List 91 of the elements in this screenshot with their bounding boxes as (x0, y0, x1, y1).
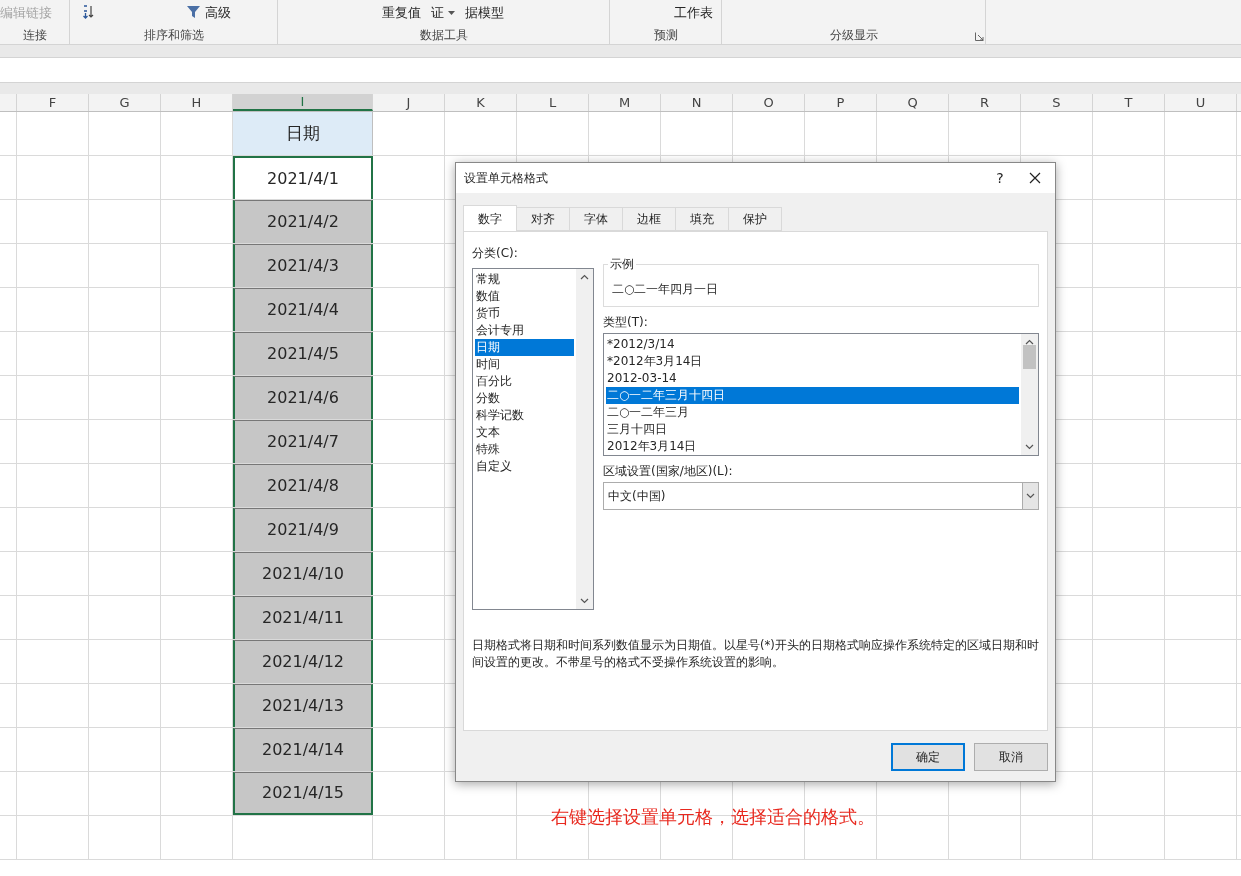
locale-select[interactable]: 中文(中国) (603, 482, 1039, 510)
type-item[interactable]: 2012年3月14日 (606, 438, 1019, 455)
scroll-up-icon[interactable] (580, 274, 589, 280)
ribbon-button[interactable]: 据模型 (465, 2, 504, 23)
type-item[interactable]: 二○一二年三月 (606, 404, 1019, 421)
type-item[interactable]: *2012/3/14 (606, 336, 1019, 353)
category-item[interactable]: 百分比 (475, 373, 574, 390)
date-cell[interactable]: 2021/4/15 (233, 772, 373, 815)
group-label: 数据工具 (419, 26, 468, 44)
date-cell[interactable]: 2021/4/14 (233, 728, 373, 771)
group-label: 预测 (653, 26, 678, 44)
type-item[interactable]: 2012-03-14 (606, 370, 1019, 387)
column-header[interactable]: J (373, 94, 445, 111)
column-header[interactable]: Q (877, 94, 949, 111)
category-item[interactable]: 特殊 (475, 441, 574, 458)
column-header[interactable]: F (17, 94, 89, 111)
sample-label: 示例 (608, 255, 636, 273)
category-item[interactable]: 时间 (475, 356, 574, 373)
ribbon-button[interactable]: 工作表 (674, 2, 713, 23)
description: 日期格式将日期和时间系列数值显示为日期值。以星号(*)开头的日期格式响应操作系统特定的区域日期和时间设置的更改。不带星号的格式不受操作系统设置的影响。 (472, 637, 1039, 671)
scroll-thumb[interactable] (1023, 344, 1036, 369)
category-item[interactable]: 会计专用 (475, 322, 574, 339)
column-header[interactable]: L (517, 94, 589, 111)
category-item[interactable]: 常规 (475, 271, 574, 288)
date-cell[interactable]: 2021/4/4 (233, 288, 373, 331)
column-header[interactable]: M (589, 94, 661, 111)
date-cell[interactable]: 2021/4/6 (233, 376, 373, 419)
group-label: 分级显示 (829, 26, 878, 44)
scroll-down-icon[interactable] (580, 598, 589, 604)
ribbon-button[interactable]: 证 (431, 2, 455, 23)
ribbon-button[interactable]: 重复值 (382, 2, 421, 23)
date-cell[interactable]: 2021/4/10 (233, 552, 373, 595)
dialog-title: 设置单元格格式 (464, 170, 549, 187)
ok-button[interactable]: 确定 (891, 743, 965, 771)
scrollbar[interactable] (1021, 334, 1038, 455)
sort-icon[interactable] (82, 4, 96, 19)
category-item[interactable]: 数值 (475, 288, 574, 305)
column-header[interactable]: K (445, 94, 517, 111)
scroll-up-icon[interactable] (1025, 339, 1034, 345)
group-label: 连接 (22, 26, 47, 44)
cancel-button[interactable]: 取消 (974, 743, 1048, 771)
date-cell[interactable]: 2021/4/1 (233, 156, 373, 199)
dialog-tab[interactable]: 对齐 (517, 207, 570, 231)
date-cell[interactable]: 2021/4/13 (233, 684, 373, 727)
scrollbar[interactable] (576, 269, 593, 609)
date-cell[interactable]: 2021/4/5 (233, 332, 373, 375)
type-label: 类型(T): (603, 314, 649, 331)
dialog-launcher-icon[interactable] (975, 32, 984, 41)
help-button[interactable]: ? (985, 167, 1015, 189)
advanced-filter-button[interactable]: 高级 (186, 2, 231, 23)
dialog-tab[interactable]: 边框 (623, 207, 676, 231)
column-header[interactable]: T (1093, 94, 1165, 111)
column-header[interactable]: G (89, 94, 161, 111)
date-cell[interactable]: 2021/4/11 (233, 596, 373, 639)
date-cell[interactable]: 2021/4/8 (233, 464, 373, 507)
sample-value: 二○二一年四月一日 (612, 280, 719, 298)
date-cell[interactable]: 2021/4/7 (233, 420, 373, 463)
filter-icon (186, 5, 201, 20)
close-icon (1029, 172, 1041, 184)
category-item[interactable]: 文本 (475, 424, 574, 441)
type-item[interactable]: 二○一二年三月十四日 (606, 387, 1019, 404)
category-label: 分类(C): (472, 245, 519, 262)
column-header[interactable]: P (805, 94, 877, 111)
group-label: 排序和筛选 (143, 26, 204, 44)
category-item[interactable]: 货币 (475, 305, 574, 322)
dialog-tab[interactable]: 填充 (676, 207, 729, 231)
column-header[interactable]: O (733, 94, 805, 111)
header-cell: 日期 (233, 112, 373, 155)
category-item[interactable]: 日期 (475, 339, 574, 356)
caption: 右键选择设置单元格，选择适合的格式。 (551, 806, 875, 827)
type-item[interactable]: 三月十四日 (606, 421, 1019, 438)
date-cell[interactable]: 2021/4/9 (233, 508, 373, 551)
date-cell[interactable]: 2021/4/12 (233, 640, 373, 683)
dialog-tab[interactable]: 数字 (463, 205, 517, 232)
locale-label: 区域设置(国家/地区)(L): (603, 463, 734, 480)
caret-icon (448, 10, 455, 15)
column-header[interactable]: N (661, 94, 733, 111)
column-header[interactable]: S (1021, 94, 1093, 111)
dialog-tab[interactable]: 保护 (729, 207, 782, 231)
scroll-down-icon[interactable] (1025, 444, 1034, 450)
type-item[interactable]: *2012年3月14日 (606, 353, 1019, 370)
dropdown-icon[interactable] (1026, 493, 1035, 499)
date-cell[interactable]: 2021/4/2 (233, 200, 373, 243)
column-header[interactable]: R (949, 94, 1021, 111)
category-item[interactable]: 分数 (475, 390, 574, 407)
date-cell[interactable]: 2021/4/3 (233, 244, 373, 287)
column-header[interactable]: U (1165, 94, 1237, 111)
category-item[interactable]: 自定义 (475, 458, 574, 475)
dialog-tab[interactable]: 字体 (570, 207, 623, 231)
category-item[interactable]: 科学记数 (475, 407, 574, 424)
column-header[interactable]: I (233, 94, 373, 111)
